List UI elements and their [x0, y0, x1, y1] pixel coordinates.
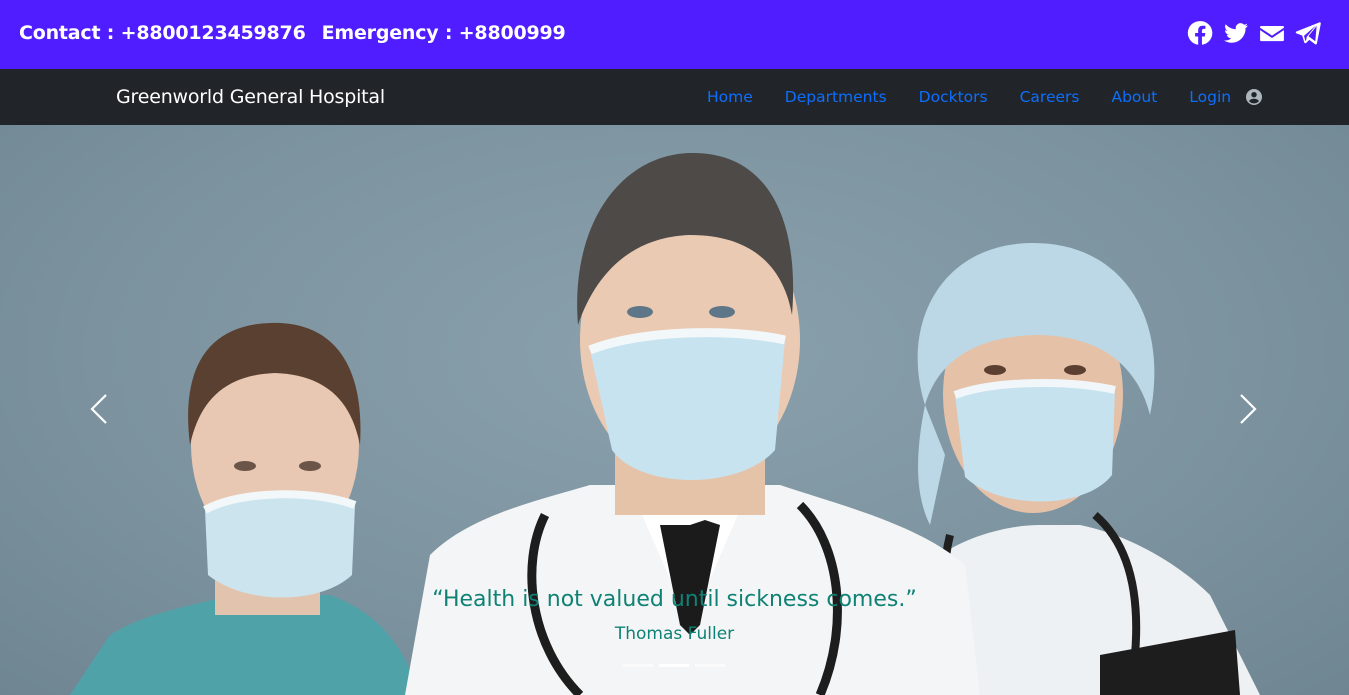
carousel-prev-chevron-icon[interactable] [80, 389, 120, 429]
user-circle-icon[interactable] [1246, 89, 1263, 105]
brand-logo-text[interactable]: Greenworld General Hospital [116, 86, 385, 108]
contact-info: Contact : +8800123459876 Emergency : +880… [19, 22, 566, 44]
main-navbar: Greenworld General Hospital Home Departm… [0, 69, 1349, 125]
social-links [1187, 20, 1321, 46]
carousel-indicators [623, 664, 725, 667]
nav-login[interactable]: Login [1189, 88, 1231, 106]
carousel-indicator-1[interactable] [623, 664, 653, 667]
top-contact-bar: Contact : +8800123459876 Emergency : +880… [0, 0, 1349, 69]
facebook-icon[interactable] [1187, 20, 1213, 46]
nav-departments[interactable]: Departments [785, 88, 887, 106]
telegram-icon[interactable] [1295, 20, 1321, 46]
hero-carousel: “Health is not valued until sickness com… [0, 125, 1349, 695]
nav-about[interactable]: About [1111, 88, 1157, 106]
nav-doctors[interactable]: Docktors [919, 88, 988, 106]
carousel-indicator-2[interactable] [659, 664, 689, 667]
carousel-quote: “Health is not valued until sickness com… [432, 587, 917, 612]
envelope-icon[interactable] [1259, 20, 1285, 46]
contact-phone: Contact : +8800123459876 [19, 22, 306, 44]
nav-links: Home Departments Docktors Careers About … [707, 88, 1263, 106]
nav-home[interactable]: Home [707, 88, 753, 106]
carousel-quote-author: Thomas Fuller [614, 624, 735, 644]
carousel-indicator-3[interactable] [695, 664, 725, 667]
nav-careers[interactable]: Careers [1020, 88, 1080, 106]
twitter-icon[interactable] [1223, 20, 1249, 46]
carousel-next-chevron-icon[interactable] [1227, 389, 1267, 429]
emergency-phone: Emergency : +8800999 [321, 22, 566, 44]
doctor-center-figure [405, 152, 980, 695]
